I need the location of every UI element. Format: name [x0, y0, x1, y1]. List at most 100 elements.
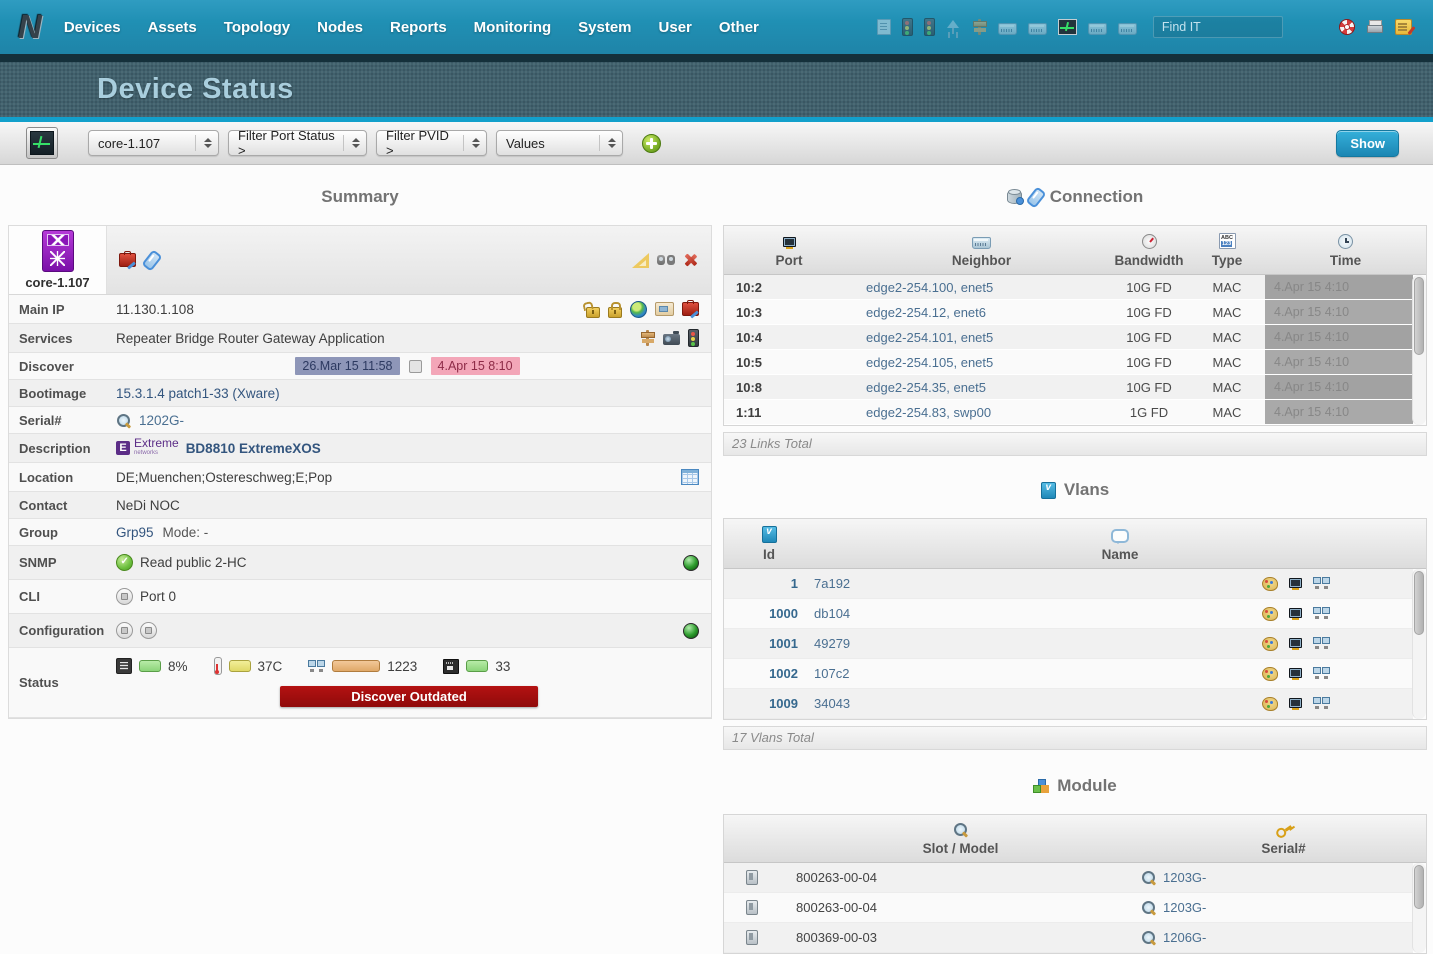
switch-icon[interactable]	[998, 23, 1017, 35]
palette-icon[interactable]	[1262, 697, 1278, 711]
nedi-logo[interactable]	[18, 8, 40, 46]
print-icon[interactable]	[1367, 20, 1383, 34]
device-select[interactable]: core-1.107	[88, 130, 219, 156]
switch-icon[interactable]	[1118, 23, 1137, 35]
palette-icon[interactable]	[1262, 637, 1278, 651]
map-icon[interactable]	[1313, 577, 1330, 590]
nav-item[interactable]: Topology	[224, 19, 290, 36]
help-icon[interactable]	[1339, 19, 1355, 35]
nav-item[interactable]: Devices	[64, 19, 121, 36]
magnifier-icon[interactable]	[116, 413, 132, 428]
measure-icon[interactable]	[632, 253, 649, 268]
col-id[interactable]: Id	[724, 526, 814, 562]
col-slot-model[interactable]: Slot / Model	[780, 822, 1141, 856]
rack-grid-icon[interactable]	[681, 469, 699, 485]
discover-checkbox[interactable]	[409, 360, 422, 373]
edit-ip-icon[interactable]	[682, 302, 699, 316]
edit-device-icon[interactable]	[119, 253, 136, 267]
unlock-icon[interactable]	[586, 307, 600, 318]
nav-item[interactable]: System	[578, 19, 631, 36]
map-icon[interactable]	[1313, 697, 1330, 710]
group-link[interactable]: Grp95	[116, 525, 154, 540]
nav-item[interactable]: Monitoring	[474, 19, 551, 36]
scrollbar-thumb[interactable]	[1414, 277, 1424, 355]
monitor-button[interactable]	[26, 127, 58, 159]
config-graph-orb-icon[interactable]	[683, 623, 699, 639]
nav-item[interactable]: Assets	[148, 19, 197, 36]
module-serial-link[interactable]: 1203G-	[1163, 870, 1206, 885]
scrollbar-thumb[interactable]	[1414, 865, 1424, 909]
find-icon[interactable]	[657, 254, 675, 266]
status-image-icon[interactable]	[655, 302, 674, 316]
neighbor-link[interactable]: edge2-254.12	[866, 305, 946, 320]
config-button-icon[interactable]	[140, 622, 157, 639]
nodes-icon[interactable]	[1289, 608, 1302, 620]
switch-icon[interactable]	[1028, 23, 1047, 35]
camera-icon[interactable]	[663, 334, 680, 345]
switch-icon[interactable]	[1088, 23, 1107, 35]
map-icon[interactable]	[1313, 667, 1330, 680]
device-icon[interactable]	[42, 230, 74, 272]
traffic-light-icon[interactable]	[688, 329, 699, 347]
link-icon[interactable]	[141, 249, 162, 271]
cpu-icon	[116, 658, 132, 674]
link-icon[interactable]	[1025, 186, 1046, 208]
signpost-icon[interactable]	[640, 330, 655, 346]
serial-link[interactable]: 1202G-	[139, 413, 184, 428]
nodes-icon[interactable]	[1289, 578, 1302, 590]
bootimage-link[interactable]: 15.3.1.4 patch1-33 (Xware)	[116, 386, 280, 401]
cli-button-icon[interactable]	[116, 588, 133, 605]
nodes-icon[interactable]	[1289, 698, 1302, 710]
modules-icon[interactable]	[1033, 779, 1049, 793]
module-serial-link[interactable]: 1203G-	[1163, 900, 1206, 915]
palette-icon[interactable]	[1262, 577, 1278, 591]
lock-icon[interactable]	[608, 307, 622, 318]
vlan-icon[interactable]	[1041, 482, 1056, 499]
pvid-filter-select[interactable]: Filter PVID >	[376, 130, 487, 156]
neighbor-link[interactable]: edge2-254.83	[866, 405, 946, 420]
config-button-icon[interactable]	[116, 622, 133, 639]
nodes-icon[interactable]	[1289, 638, 1302, 650]
col-name[interactable]: Name	[814, 526, 1426, 562]
nav-item[interactable]: Other	[719, 19, 759, 36]
neighbor-link[interactable]: edge2-254.100	[866, 280, 953, 295]
magnifier-icon[interactable]	[1141, 870, 1157, 885]
col-neighbor[interactable]: Neighbor	[854, 233, 1109, 268]
delete-icon[interactable]	[683, 253, 697, 267]
col-port[interactable]: Port	[724, 233, 854, 268]
col-bandwidth[interactable]: Bandwidth	[1109, 233, 1189, 268]
scrollbar-thumb[interactable]	[1414, 571, 1424, 635]
monitor-pulse-icon[interactable]	[1058, 19, 1077, 35]
database-sync-icon[interactable]	[1007, 190, 1022, 204]
document-icon[interactable]	[877, 19, 891, 35]
traffic-light-icon[interactable]	[902, 18, 913, 36]
map-icon[interactable]	[1313, 607, 1330, 620]
notes-icon[interactable]	[1395, 19, 1412, 35]
col-serial[interactable]: Serial#	[1141, 822, 1426, 856]
col-type[interactable]: Type	[1189, 233, 1265, 268]
neighbor-link[interactable]: edge2-254.35	[866, 380, 946, 395]
palette-icon[interactable]	[1262, 667, 1278, 681]
globe-icon[interactable]	[630, 301, 647, 318]
map-icon[interactable]	[1313, 637, 1330, 650]
find-it-input[interactable]	[1153, 16, 1283, 38]
signpost-icon[interactable]	[972, 19, 987, 35]
neighbor-link[interactable]: edge2-254.105	[866, 355, 953, 370]
snmp-graph-orb-icon[interactable]	[683, 555, 699, 571]
nodes-icon[interactable]	[1289, 668, 1302, 680]
magnifier-icon[interactable]	[1141, 900, 1157, 915]
values-select[interactable]: Values	[496, 130, 623, 156]
port-status-filter-select[interactable]: Filter Port Status >	[228, 130, 367, 156]
nav-item[interactable]: Reports	[390, 19, 447, 36]
traffic-light-icon[interactable]	[924, 18, 935, 36]
magnifier-icon[interactable]	[1141, 930, 1157, 945]
nav-item[interactable]: Nodes	[317, 19, 363, 36]
module-serial-link[interactable]: 1206G-	[1163, 930, 1206, 945]
palette-icon[interactable]	[1262, 607, 1278, 621]
topology-icon[interactable]	[946, 20, 961, 34]
col-time[interactable]: Time	[1265, 233, 1426, 268]
show-button[interactable]: Show	[1336, 130, 1399, 157]
add-filter-icon[interactable]	[642, 134, 661, 153]
nav-item[interactable]: User	[659, 19, 692, 36]
neighbor-link[interactable]: edge2-254.101	[866, 330, 953, 345]
